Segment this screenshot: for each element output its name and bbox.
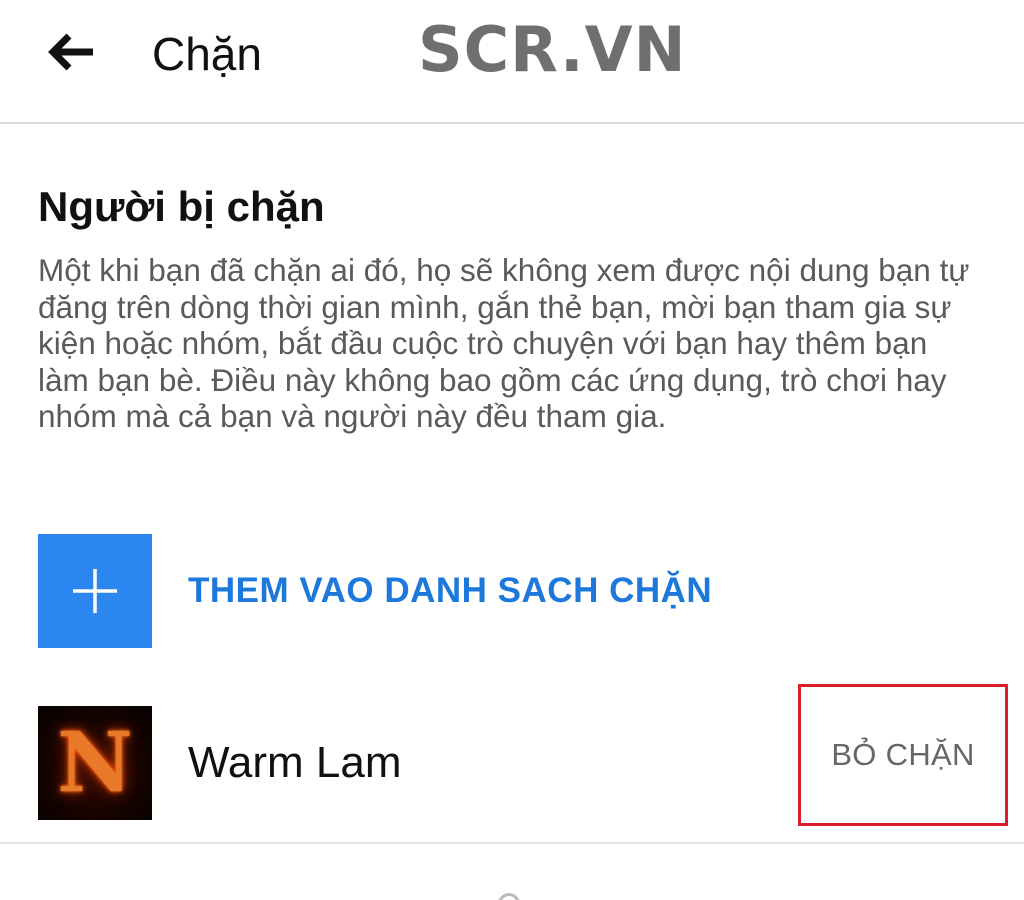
arrow-left-icon — [48, 33, 93, 71]
blocked-people-description: Một khi bạn đã chặn ai đó, họ sẽ không x… — [38, 252, 970, 435]
unblock-button-label: BỎ CHẶN — [831, 737, 975, 772]
blocked-user-name: Warm Lam — [188, 738, 402, 787]
watermark-text: SCR.VN — [418, 13, 687, 86]
divider — [0, 842, 1024, 844]
back-button[interactable] — [40, 24, 104, 80]
blocked-user-row: N Warm Lam BỎ CHẶN — [0, 684, 1024, 844]
plus-icon — [73, 569, 117, 613]
block-settings-screen: Chặn SCR.VN Người bị chặn Một khi bạn đã… — [0, 0, 1024, 900]
avatar-letter: N — [57, 715, 133, 811]
add-to-block-list-button[interactable]: THEM VAO DANH SACH CHẶN — [38, 534, 978, 648]
loading-indicator — [498, 893, 520, 900]
add-icon-tile — [38, 534, 152, 648]
unblock-button[interactable]: BỎ CHẶN — [798, 684, 1008, 826]
add-to-block-list-label: THEM VAO DANH SACH CHẶN — [188, 571, 713, 610]
top-app-bar: Chặn SCR.VN — [0, 0, 1024, 124]
blocked-people-heading: Người bị chặn — [38, 183, 325, 230]
page-title: Chặn — [152, 28, 262, 80]
avatar: N — [38, 706, 152, 820]
